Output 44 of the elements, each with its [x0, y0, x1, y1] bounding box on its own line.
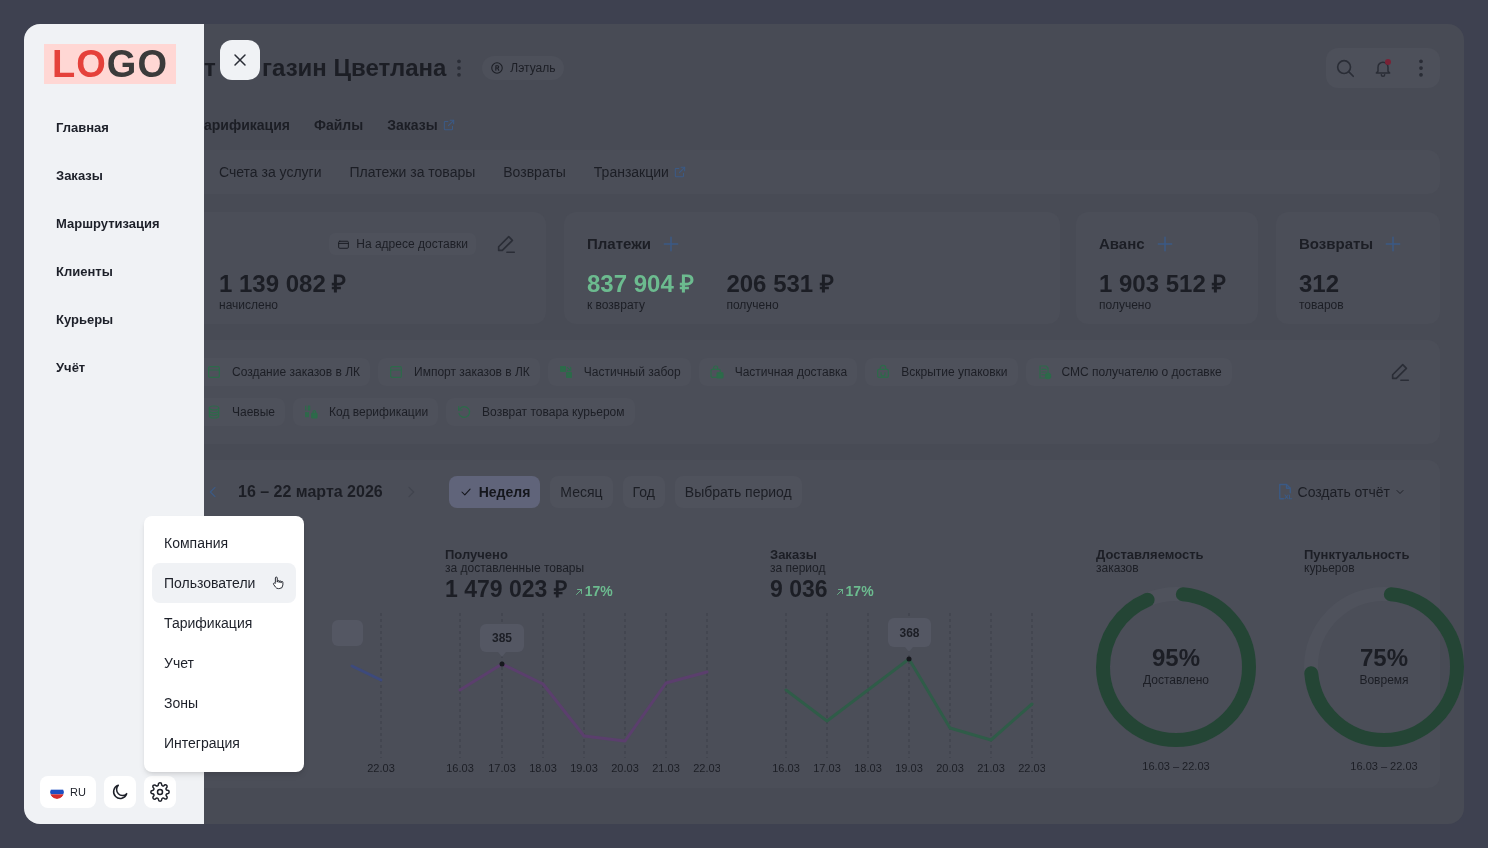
menu-item[interactable]: Зоны [152, 683, 296, 723]
nav-item[interactable]: Главная [44, 104, 204, 152]
code-lock-icon [303, 404, 320, 420]
theme-button[interactable] [104, 776, 136, 808]
registered-icon [490, 61, 505, 75]
pencil-icon [1389, 361, 1411, 383]
plus-icon [661, 234, 681, 254]
add-button[interactable] [661, 234, 681, 254]
puzzle-icon [557, 364, 574, 380]
stat-value: 837 904 ₽ [587, 270, 695, 298]
nav-item[interactable]: Учёт [44, 344, 204, 392]
nav-item[interactable]: Заказы [44, 152, 204, 200]
kebab-icon [1419, 59, 1423, 77]
close-button[interactable] [220, 40, 260, 80]
tooltip: 368 [888, 618, 931, 652]
bell-icon [1373, 58, 1393, 78]
language-button[interactable]: RU [40, 776, 96, 808]
settings-button[interactable] [144, 776, 176, 808]
bag-icon [875, 364, 892, 380]
change-label: 17% [572, 581, 613, 602]
settings-icon [150, 782, 170, 802]
pencil-icon [495, 233, 517, 255]
menu-item[interactable]: Пользователи [152, 563, 296, 603]
change-label: 17% [833, 581, 874, 602]
box-icon [206, 364, 222, 380]
moon-icon [110, 782, 130, 802]
search-icon [1334, 57, 1356, 79]
menu-item[interactable]: Интеграция [152, 723, 296, 763]
menu-item[interactable]: Тарификация [152, 603, 296, 643]
bag-icon [708, 364, 725, 380]
undo-icon [456, 404, 473, 420]
menu-item[interactable]: Компания [152, 523, 296, 563]
nav-item[interactable]: Курьеры [44, 296, 204, 344]
tooltip: 385 [480, 624, 524, 657]
box-icon [388, 364, 404, 380]
hand-cursor-icon [271, 574, 286, 592]
nav-item[interactable]: Клиенты [44, 248, 204, 296]
logo: LOGO [44, 44, 176, 84]
coins-icon [206, 404, 222, 420]
nav-item[interactable]: Маршрутизация [44, 200, 204, 248]
kebab-icon [457, 59, 462, 77]
data-point [499, 661, 505, 667]
menu-item[interactable]: Учет [152, 643, 296, 683]
data-point [906, 656, 912, 662]
